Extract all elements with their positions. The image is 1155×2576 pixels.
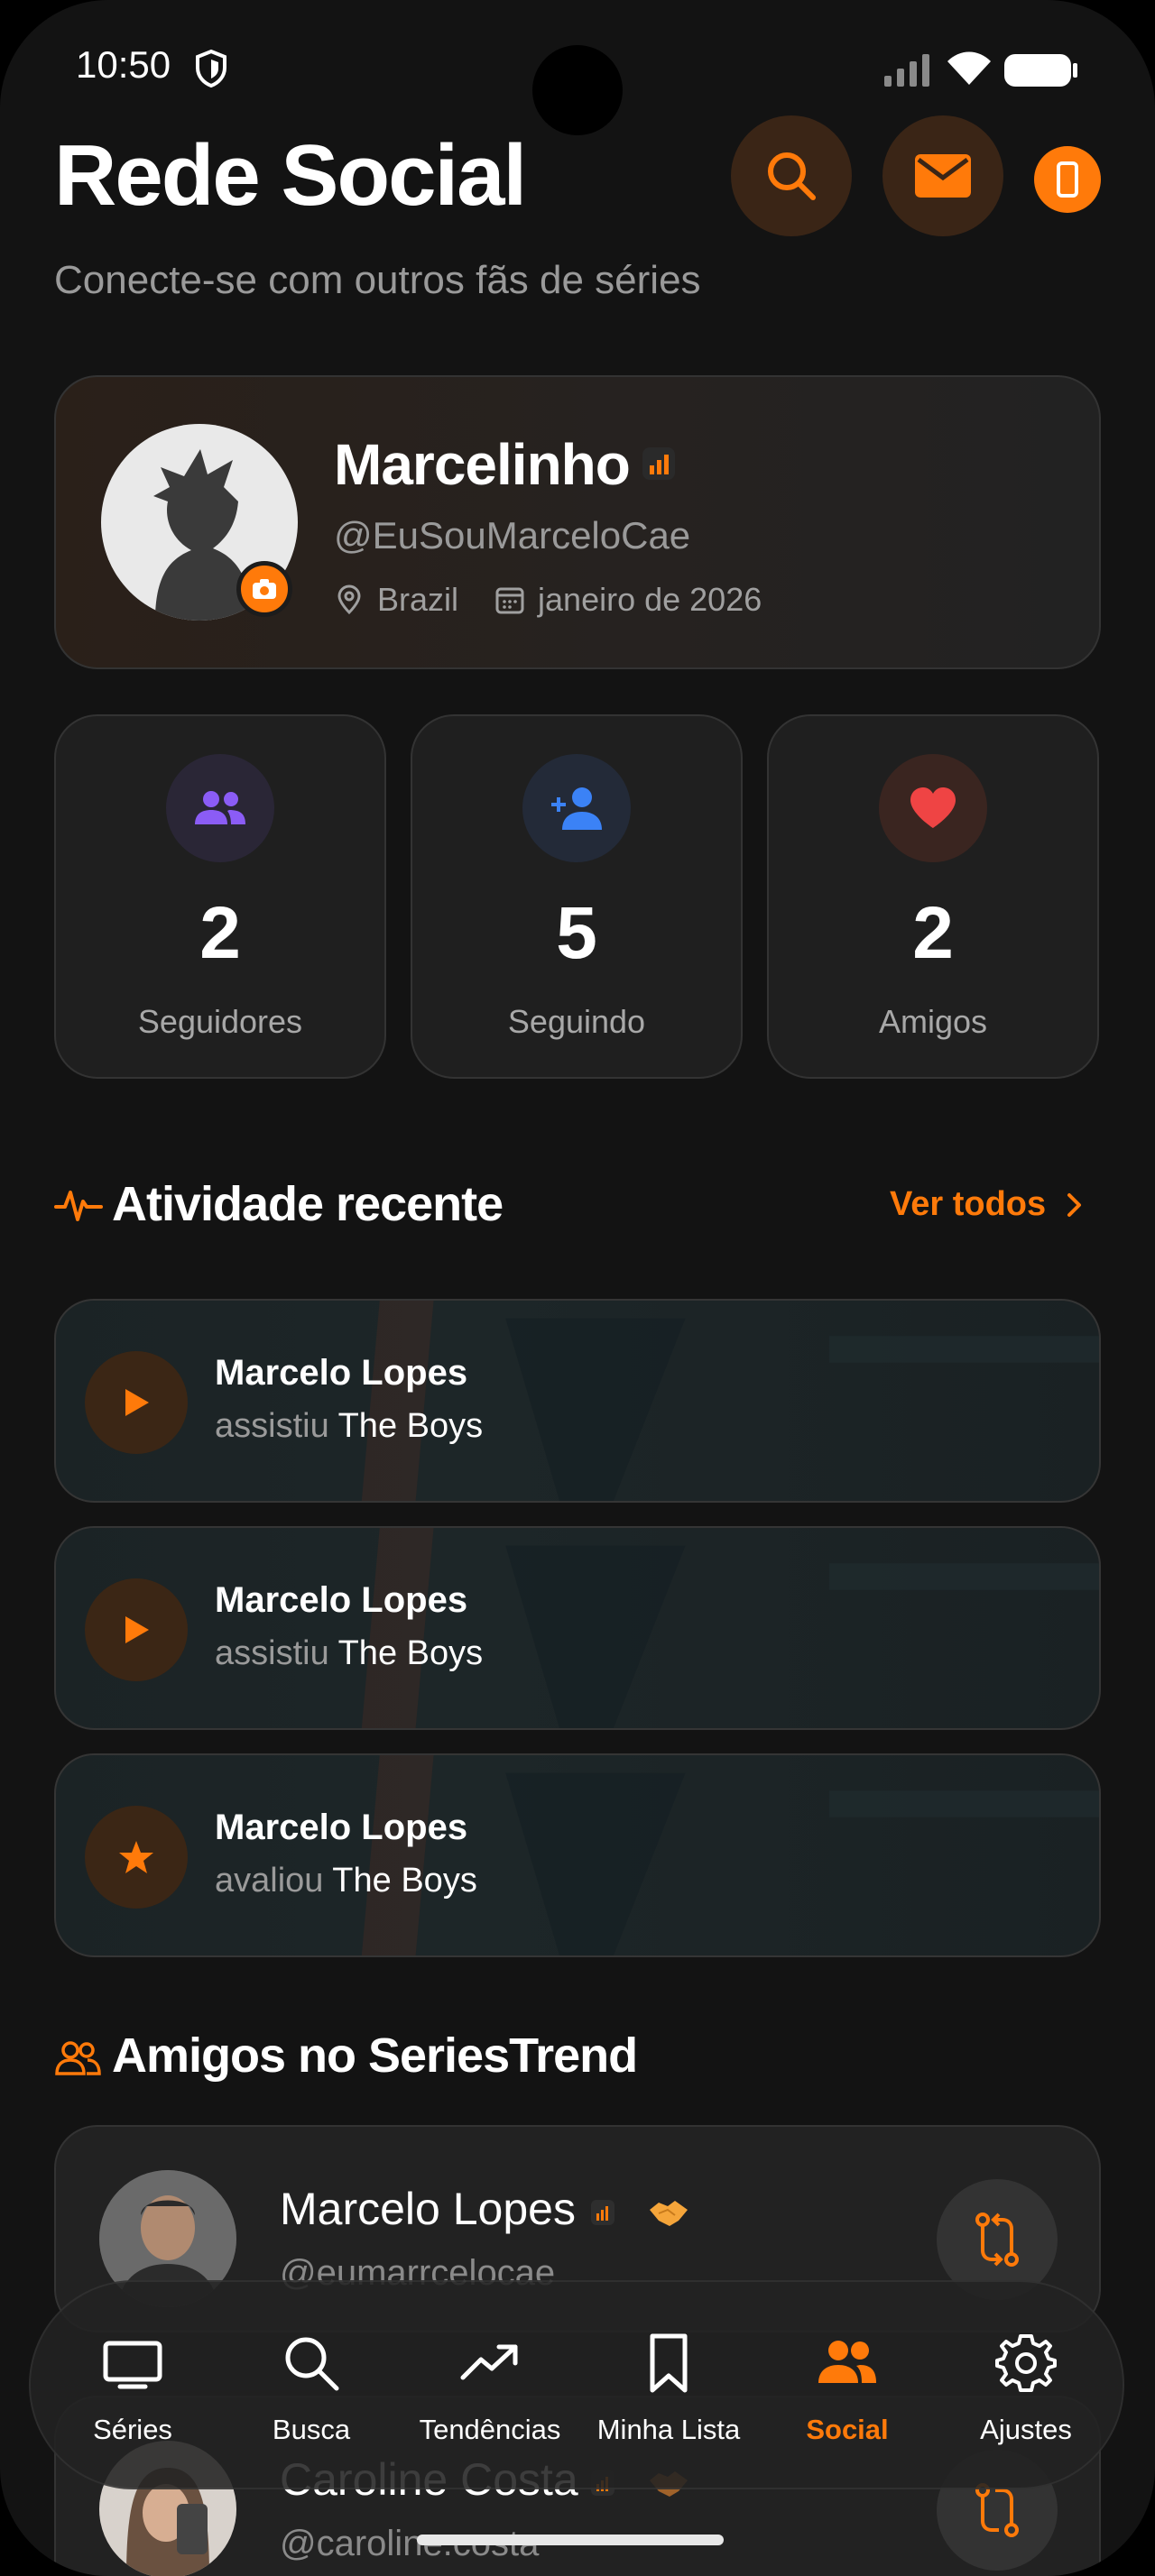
page-subtitle: Conecte-se com outros fãs de séries (54, 258, 701, 302)
friend-name: Marcelo Lopes (280, 2184, 576, 2234)
profile-card[interactable]: Marcelinho @EuSouMarceloCae Brazil janei… (54, 375, 1101, 669)
search-icon (768, 152, 816, 200)
compare-arrows-icon (975, 2213, 1019, 2267)
nav-series[interactable]: Séries (47, 2282, 218, 2491)
location-pin-icon (337, 584, 361, 615)
nav-label: Busca (272, 2414, 351, 2445)
profile-meta: Brazil janeiro de 2026 (334, 581, 762, 619)
play-icon (125, 1616, 149, 1643)
battery-icon (1004, 54, 1077, 87)
activity-item[interactable]: Marcelo Lopes avaliou The Boys (54, 1753, 1101, 1957)
profile-avatar[interactable] (101, 424, 298, 621)
show-backdrop-image (361, 1528, 1099, 1728)
status-time: 10:50 (76, 43, 171, 86)
stat-icon-circle (879, 754, 987, 862)
messages-button[interactable] (882, 115, 1003, 236)
search-button[interactable] (731, 115, 852, 236)
nav-my-list[interactable]: Minha Lista (583, 2282, 754, 2491)
shield-icon (196, 49, 226, 88)
activity-text: assistiu The Boys (215, 1634, 484, 1672)
stat-icon-circle (522, 754, 631, 862)
activity-text: assistiu The Boys (215, 1407, 484, 1445)
heart-icon (910, 787, 956, 828)
trend-badge-icon (591, 2200, 614, 2225)
stat-followers[interactable]: 2 Seguidores (54, 714, 386, 1079)
friends-icon (55, 2041, 101, 2075)
people-icon (818, 2341, 876, 2383)
profile-location: Brazil (377, 581, 459, 618)
see-all-label: Ver todos (890, 1185, 1047, 1223)
bottom-nav: Séries Busca Tendências Minha Lista Soci… (29, 2280, 1124, 2489)
profile-joined: janeiro de 2026 (538, 581, 762, 618)
status-bar: 10:50 (0, 0, 1155, 135)
device-button[interactable] (1034, 146, 1101, 213)
activity-user: Marcelo Lopes (215, 1580, 468, 1620)
phone-icon (1057, 161, 1078, 198)
trend-badge-icon (642, 447, 675, 480)
nav-label: Ajustes (980, 2414, 1072, 2445)
activity-icon-circle (85, 1351, 188, 1454)
activity-item[interactable]: Marcelo Lopes assistiu The Boys (54, 1299, 1101, 1503)
nav-label: Tendências (419, 2414, 561, 2445)
chevron-right-icon (1067, 1192, 1082, 1217)
nav-label: Social (806, 2414, 889, 2445)
nav-search[interactable]: Busca (226, 2282, 397, 2491)
show-backdrop-image (361, 1301, 1099, 1501)
stat-following[interactable]: 5 Seguindo (411, 714, 743, 1079)
activity-text: avaliou The Boys (215, 1862, 477, 1900)
activity-user: Marcelo Lopes (215, 1808, 468, 1847)
play-icon (125, 1389, 149, 1416)
stat-value: 5 (556, 892, 597, 974)
activity-section-title: Atividade recente (112, 1177, 504, 1231)
page-title: Rede Social (54, 127, 527, 224)
handshake-icon (650, 2201, 688, 2226)
see-all-link[interactable]: Ver todos (890, 1185, 1089, 1224)
friends-section-title: Amigos no SeriesTrend (112, 2029, 638, 2083)
stat-value: 2 (199, 892, 241, 974)
gear-icon (995, 2334, 1057, 2392)
users-icon (195, 791, 245, 824)
nav-settings[interactable]: Ajustes (940, 2282, 1112, 2491)
nav-trending[interactable]: Tendências (404, 2282, 576, 2491)
tv-icon (103, 2341, 162, 2389)
star-icon (119, 1841, 153, 1873)
stat-value: 2 (912, 892, 954, 974)
profile-name: Marcelinho (334, 432, 631, 497)
activity-item[interactable]: Marcelo Lopes assistiu The Boys (54, 1526, 1101, 1730)
camera-icon (253, 579, 276, 599)
camera-cutout (532, 45, 623, 135)
stat-label: Seguidores (137, 1003, 303, 1040)
nav-social[interactable]: Social (762, 2282, 933, 2491)
show-backdrop-image (361, 1755, 1099, 1955)
nav-label: Séries (93, 2414, 172, 2445)
activity-icon (54, 1191, 103, 1221)
activity-icon-circle (85, 1578, 188, 1681)
bookmark-icon (650, 2333, 688, 2393)
activity-user: Marcelo Lopes (215, 1353, 468, 1393)
nav-label: Minha Lista (596, 2414, 741, 2445)
change-photo-button[interactable] (236, 561, 292, 617)
profile-handle: @EuSouMarceloCae (334, 514, 691, 557)
home-indicator[interactable] (417, 2535, 724, 2545)
search-icon (285, 2337, 339, 2391)
stat-friends[interactable]: 2 Amigos (767, 714, 1099, 1079)
stat-label: Seguindo (507, 1003, 646, 1040)
calendar-icon (495, 587, 524, 614)
stat-icon-circle (166, 754, 274, 862)
trending-icon (460, 2344, 518, 2380)
app-screen: 10:50 Rede Social Conecte-se com outros … (0, 0, 1155, 2576)
signal-icon (884, 54, 929, 87)
wifi-icon (947, 51, 991, 85)
mail-icon (915, 154, 971, 198)
user-plus-icon (551, 787, 602, 830)
stat-label: Amigos (878, 1003, 988, 1040)
activity-icon-circle (85, 1806, 188, 1909)
